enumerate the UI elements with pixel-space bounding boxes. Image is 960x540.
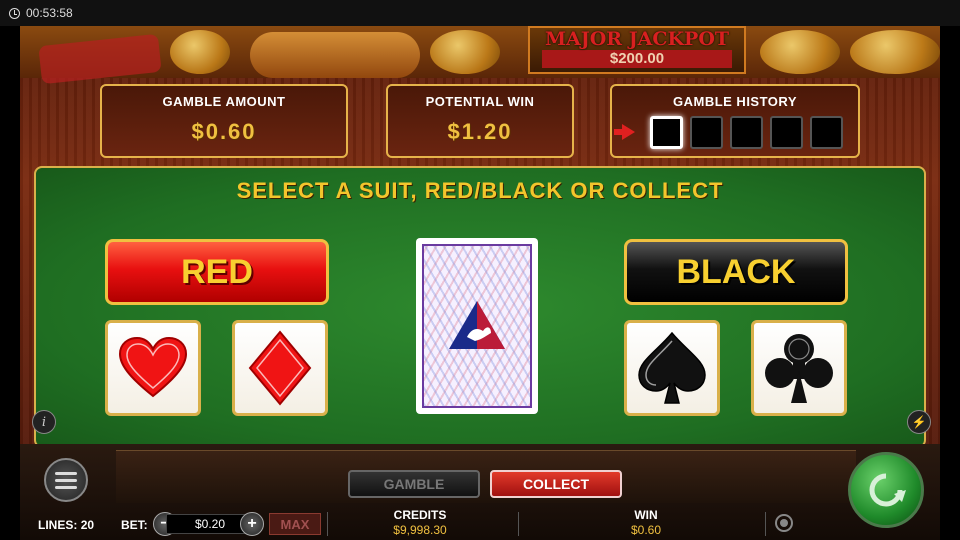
status-bar: LINES: 20 BET: − $0.20 + MAX CREDITS $9,… — [20, 508, 940, 540]
max-bet-button[interactable]: MAX — [269, 513, 321, 535]
face-down-card — [416, 238, 538, 414]
history-slot — [730, 116, 763, 149]
credits-display: CREDITS $9,998.30 — [360, 508, 480, 537]
arrow-right-icon — [614, 124, 635, 140]
bet-label: BET: — [121, 518, 148, 532]
card-logo-icon — [449, 301, 505, 349]
win-display: WIN $0.60 — [586, 508, 706, 537]
clock-icon — [9, 7, 20, 19]
coin-icon — [760, 30, 840, 74]
heart-icon — [118, 336, 188, 398]
gamble-button[interactable]: GAMBLE — [348, 470, 480, 498]
spin-arrow-icon — [869, 473, 906, 507]
fruits-logo — [250, 32, 420, 78]
heart-suit-button[interactable] — [105, 320, 201, 416]
lines-value: 20 — [80, 518, 95, 532]
spade-icon — [638, 331, 706, 404]
win-label: WIN — [634, 508, 658, 522]
control-bar: GAMBLE COLLECT LINES: 20 BET: − $0.20 + … — [20, 444, 940, 540]
game-area: MAJOR JACKPOT $200.00 GAMBLE AMOUNT $0.6… — [20, 26, 940, 540]
history-slot — [810, 116, 843, 149]
gamble-history-slots — [650, 116, 843, 149]
potential-win-label: POTENTIAL WIN — [425, 94, 535, 109]
lines-label: LINES: — [38, 518, 78, 532]
gamble-history-panel: GAMBLE HISTORY — [610, 84, 860, 158]
system-bar: 00:53:58 — [0, 0, 960, 26]
major-jackpot: MAJOR JACKPOT $200.00 — [528, 26, 746, 74]
gamble-amount-panel: GAMBLE AMOUNT $0.60 — [100, 84, 348, 158]
gamble-table: SELECT A SUIT, RED/BLACK OR COLLECT RED … — [34, 166, 926, 448]
gamble-history-label: GAMBLE HISTORY — [672, 94, 797, 109]
info-icon[interactable]: i — [32, 410, 56, 434]
settings-icon[interactable] — [775, 514, 793, 532]
collect-button[interactable]: COLLECT — [490, 470, 622, 498]
turbo-icon[interactable]: ⚡ — [907, 410, 931, 434]
history-slot — [690, 116, 723, 149]
coin-icon — [170, 30, 230, 74]
gamble-amount-label: GAMBLE AMOUNT — [162, 94, 286, 109]
gamble-amount-value: $0.60 — [191, 119, 257, 144]
red-button[interactable]: RED — [105, 239, 329, 305]
diamond-icon — [248, 330, 312, 406]
game-logo-left — [38, 33, 162, 85]
jackpot-title: MAJOR JACKPOT — [544, 28, 730, 50]
jackpot-value: $200.00 — [542, 50, 732, 68]
bet-increase-button[interactable]: + — [240, 512, 264, 536]
menu-button[interactable] — [44, 458, 88, 502]
club-suit-button[interactable] — [751, 320, 847, 416]
coin-icon — [850, 30, 940, 74]
credits-value: $9,998.30 — [393, 523, 447, 537]
win-value: $0.60 — [630, 523, 662, 537]
credits-label: CREDITS — [393, 508, 447, 522]
potential-win-panel: POTENTIAL WIN $1.20 — [386, 84, 574, 158]
black-button[interactable]: BLACK — [624, 239, 848, 305]
diamond-suit-button[interactable] — [232, 320, 328, 416]
system-time: 00:53:58 — [26, 6, 73, 20]
club-icon — [765, 334, 833, 403]
history-slot — [770, 116, 803, 149]
history-slot — [650, 116, 683, 149]
header-strip: MAJOR JACKPOT $200.00 — [20, 26, 940, 85]
spade-suit-button[interactable] — [624, 320, 720, 416]
potential-win-value: $1.20 — [447, 119, 513, 144]
gamble-instruction: SELECT A SUIT, RED/BLACK OR COLLECT — [236, 178, 724, 203]
coin-icon — [430, 30, 500, 74]
